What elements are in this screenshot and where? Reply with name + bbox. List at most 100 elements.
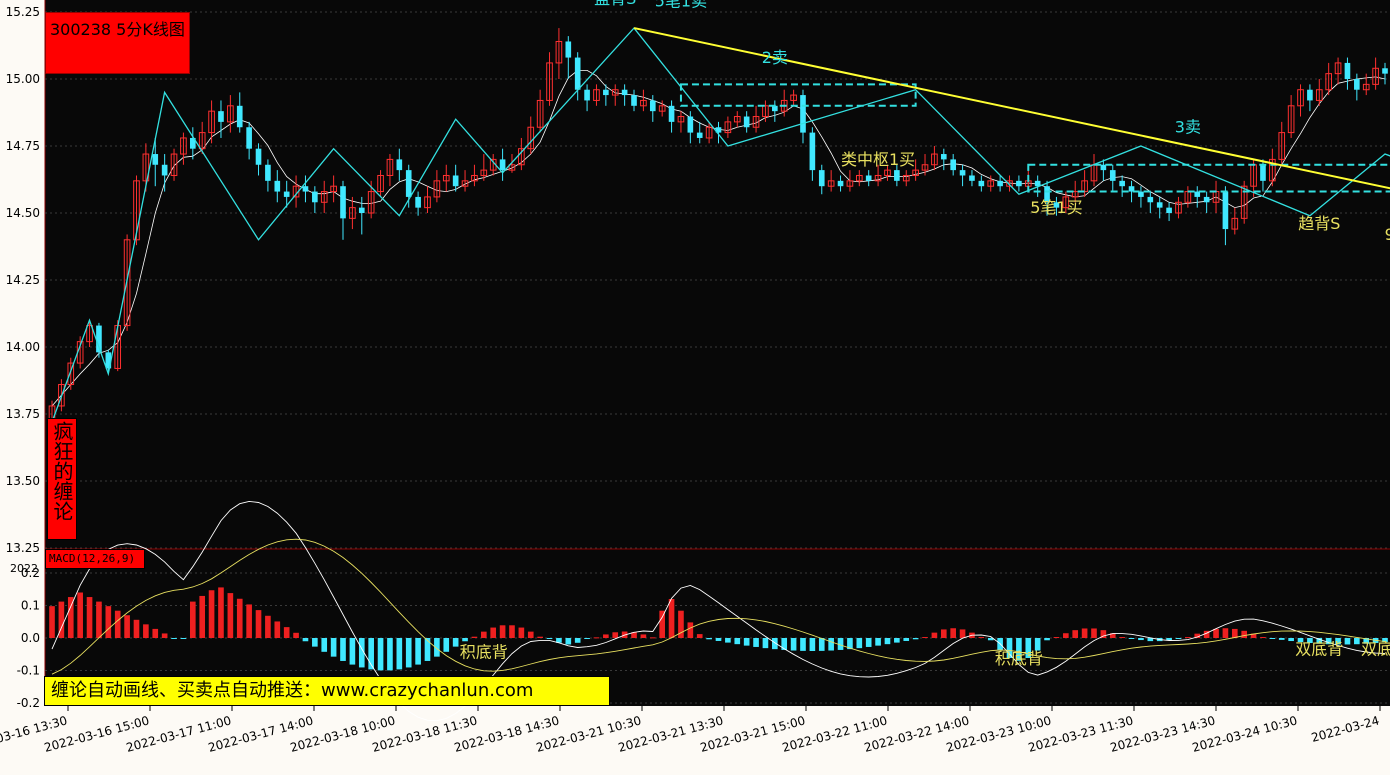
macd-bar [1072,630,1079,638]
macd-bar [462,638,468,642]
candle-body-down [415,196,421,208]
macd-bar [236,598,243,638]
candle-body-down [1156,202,1163,208]
macd-bar [405,638,412,668]
candle-body-down [255,148,262,165]
brand-text: 疯狂的缠论 [50,421,74,521]
macd-bar [293,632,299,638]
brand-badge: 疯狂的缠论 [47,418,77,540]
macd-annotation: 积底背 [995,649,1043,668]
candle-body-down [837,180,844,187]
macd-bar [1044,638,1050,641]
macd-bar [912,638,919,640]
macd-bar [922,637,928,639]
macd-bar [1222,628,1229,638]
macd-bar [715,638,722,641]
macd-bar [1269,638,1276,639]
candle-body-down [865,175,872,181]
price-tick-label: 14.00 [6,340,40,354]
macd-bar [612,632,619,638]
price-tick-label: 14.75 [6,139,40,153]
candle-body-down [950,159,956,171]
candle-body-down [743,116,750,128]
candle-body-down [800,95,806,133]
macd-bar [1128,638,1135,639]
macd-bar [593,637,600,639]
candle-body-down [396,159,403,171]
candle-body-down [218,111,224,122]
macd-bar [584,638,590,639]
macd-bar [1260,637,1266,639]
price-tick-label: 15.25 [6,5,40,19]
candle-body-down [358,207,365,213]
macd-bar [668,599,675,638]
chart-title: 300238 5分K线图 [50,20,185,39]
macd-bar [312,638,318,647]
macd-bar [77,592,83,638]
macd-bar [143,624,149,638]
macd-bar [649,637,656,639]
macd-bar [86,597,93,638]
candle-body-down [978,180,985,187]
candle-body-down [1166,207,1172,213]
candle-body-down [959,170,966,176]
macd-tick-label: -0.2 [17,696,40,710]
macd-bar [828,638,834,651]
macd-bar [274,621,281,638]
kline-chart: 15.25 15.00 14.75 14.50 14.25 14.00 13.75 13.50… [0,0,1390,755]
macd-bar [161,633,168,638]
macd-bar [330,638,337,657]
macd-bar [884,638,891,645]
price-tick-label: 13.50 [6,474,40,488]
signal-annotation: 趋背S [1298,214,1340,233]
macd-bar [321,638,328,652]
macd-bar [499,625,506,638]
macd-bar [490,627,497,638]
macd-bar [377,638,384,671]
candle-body-down [1109,170,1116,181]
macd-bar [781,638,788,650]
macd-bar [1091,628,1097,638]
macd-bar [640,634,647,638]
candle-body-down [1382,68,1388,74]
macd-bar [931,632,938,638]
candle-body-down [940,154,947,160]
macd-bar [424,638,431,661]
price-tick-label: 13.75 [6,407,40,421]
macd-bar [537,636,543,638]
macd-bar [471,636,478,638]
price-tick-label: 13.25 [6,541,40,555]
chart-window: 15.25 15.00 14.75 14.50 14.25 14.00 13.75 13.50… [0,0,1390,775]
candle-body-down [696,132,703,138]
macd-bar [950,628,956,638]
macd-label: MACD(12,26,9) [45,549,145,569]
macd-bar [659,610,665,638]
macd-bar [1354,638,1360,645]
macd-bar [818,638,825,651]
candle-body-down [283,191,290,197]
promo-banner[interactable]: 缠论自动画线、买卖点自动推送：www.crazychanlun.com [44,676,610,706]
macd-bar [208,590,215,638]
macd-bar [603,634,609,638]
macd-bar [753,638,759,647]
macd-bar [1081,628,1088,638]
signal-annotation: 5笔1卖 [655,0,707,11]
macd-bar [67,597,74,638]
candle-body-down [246,127,252,149]
signal-annotation: 9笔2中枢1买 [1385,225,1390,244]
candle-body-down [405,170,412,197]
macd-tick-label: -0.1 [17,664,40,678]
candle-body-down [161,164,168,176]
candle-body-down [274,180,281,192]
macd-bar [1119,637,1125,639]
macd-bar [527,631,534,638]
macd-bar [283,627,290,638]
macd-bar [349,638,356,665]
chart-title-box: 300238 5分K线图 [45,12,190,74]
candle-body-down [668,105,675,122]
candle-body-down [969,175,975,181]
macd-bar [856,638,863,649]
signal-annotation: 2卖 [762,48,788,67]
candle-body-down [997,180,1003,187]
macd-bar [875,638,881,646]
